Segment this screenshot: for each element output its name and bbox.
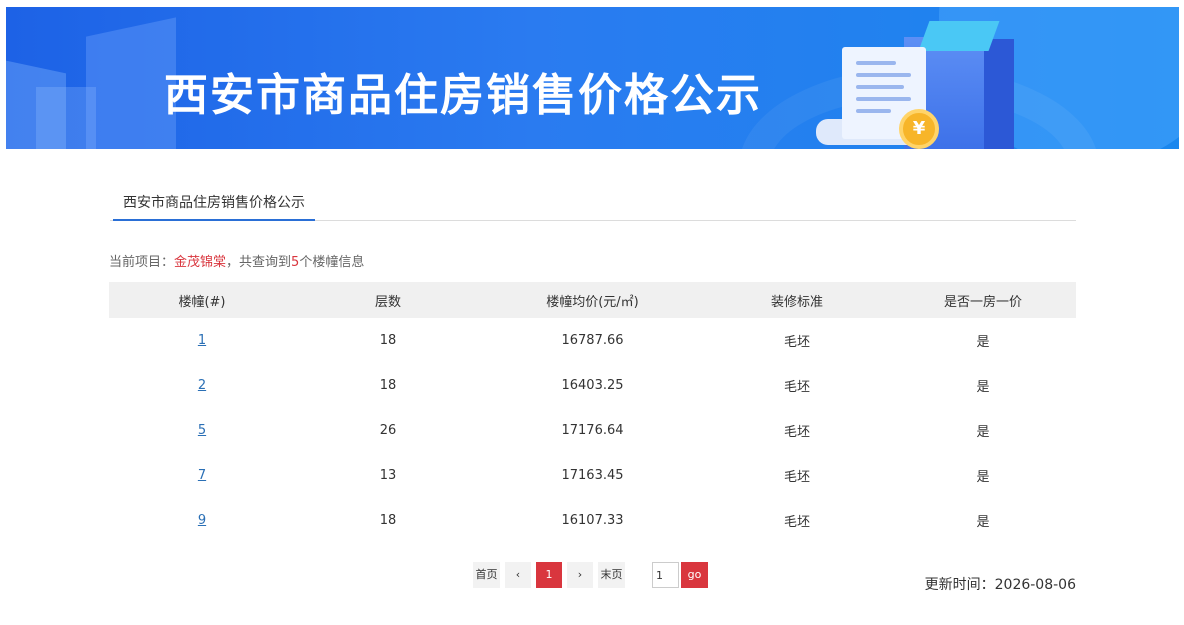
banner-decoration (86, 17, 176, 149)
last-page-button[interactable]: 末页 (598, 562, 625, 588)
one-price-cell: 是 (976, 335, 990, 350)
column-header: 楼幢均价(元/㎡) (546, 294, 639, 310)
avg-price-cell: 16403.25 (561, 378, 624, 393)
column-header: 装修标准 (770, 294, 823, 310)
decoration-cell: 毛坯 (783, 470, 810, 485)
building-link[interactable]: 9 (198, 513, 206, 528)
banner-decoration (36, 87, 96, 149)
table-row: 5 26 17176.64 毛坯 是 (109, 408, 1076, 453)
table-header: 楼幢(#) 层数 楼幢均价(元/㎡) 装修标准 是否一房一价 (109, 282, 1076, 318)
info-suffix: 个楼幢信息 (299, 255, 365, 270)
one-price-cell: 是 (976, 380, 990, 395)
go-button[interactable]: go (681, 562, 708, 588)
update-time-value: 2026-08-06 (994, 577, 1076, 593)
table-row: 2 18 16403.25 毛坯 是 (109, 363, 1076, 408)
banner-title: 西安市商品住房销售价格公示 (164, 70, 762, 121)
tab-price-publicity[interactable]: 西安市商品住房销售价格公示 (113, 186, 315, 221)
buildings-table: 楼幢(#) 层数 楼幢均价(元/㎡) 装修标准 是否一房一价 1 18 1678… (109, 282, 1076, 543)
column-header: 层数 (374, 294, 401, 310)
next-page-icon[interactable]: › (567, 562, 593, 588)
info-prefix: 当前项目： (109, 255, 175, 270)
one-price-cell: 是 (976, 470, 990, 485)
info-middle: ，共查询到 (226, 255, 292, 270)
header-banner: 西安市商品住房销售价格公示 ¥ (6, 7, 1179, 149)
table-row: 7 13 17163.45 毛坯 是 (109, 453, 1076, 498)
building-link[interactable]: 1 (198, 333, 206, 348)
decoration-cell: 毛坯 (783, 335, 810, 350)
floors-cell: 13 (379, 468, 397, 483)
decoration-cell: 毛坯 (783, 515, 810, 530)
prev-page-icon[interactable]: ‹ (505, 562, 531, 588)
avg-price-cell: 16787.66 (561, 333, 624, 348)
column-header: 楼幢(#) (178, 294, 226, 310)
floors-cell: 18 (379, 378, 397, 393)
page-number-input[interactable] (652, 562, 679, 588)
building-link[interactable]: 5 (198, 423, 206, 438)
building-link[interactable]: 2 (198, 378, 206, 393)
first-page-button[interactable]: 首页 (473, 562, 500, 588)
one-price-cell: 是 (976, 515, 990, 530)
tab-bar: 西安市商品住房销售价格公示 (110, 186, 1076, 221)
avg-price-cell: 17163.45 (561, 468, 624, 483)
pagination: 首页 ‹ 1 › 末页 go (473, 562, 708, 588)
floors-cell: 18 (379, 333, 397, 348)
update-time-label: 更新时间： (924, 577, 995, 593)
decoration-cell: 毛坯 (783, 380, 810, 395)
update-time: 更新时间：2026-08-06 (925, 574, 1076, 594)
table-row: 1 18 16787.66 毛坯 是 (109, 318, 1076, 363)
one-price-cell: 是 (976, 425, 990, 440)
building-link[interactable]: 7 (198, 468, 206, 483)
project-name: 金茂锦棠 (174, 255, 227, 270)
project-info: 当前项目：金茂锦棠，共查询到5个楼幢信息 (109, 251, 364, 270)
column-header: 是否一房一价 (943, 294, 1022, 310)
floors-cell: 18 (379, 513, 397, 528)
floors-cell: 26 (379, 423, 397, 438)
coin-icon: ¥ (899, 109, 939, 149)
current-page-button[interactable]: 1 (536, 562, 562, 588)
table-row: 9 18 16107.33 毛坯 是 (109, 498, 1076, 543)
decoration-cell: 毛坯 (783, 425, 810, 440)
avg-price-cell: 16107.33 (561, 513, 624, 528)
avg-price-cell: 17176.64 (561, 423, 624, 438)
